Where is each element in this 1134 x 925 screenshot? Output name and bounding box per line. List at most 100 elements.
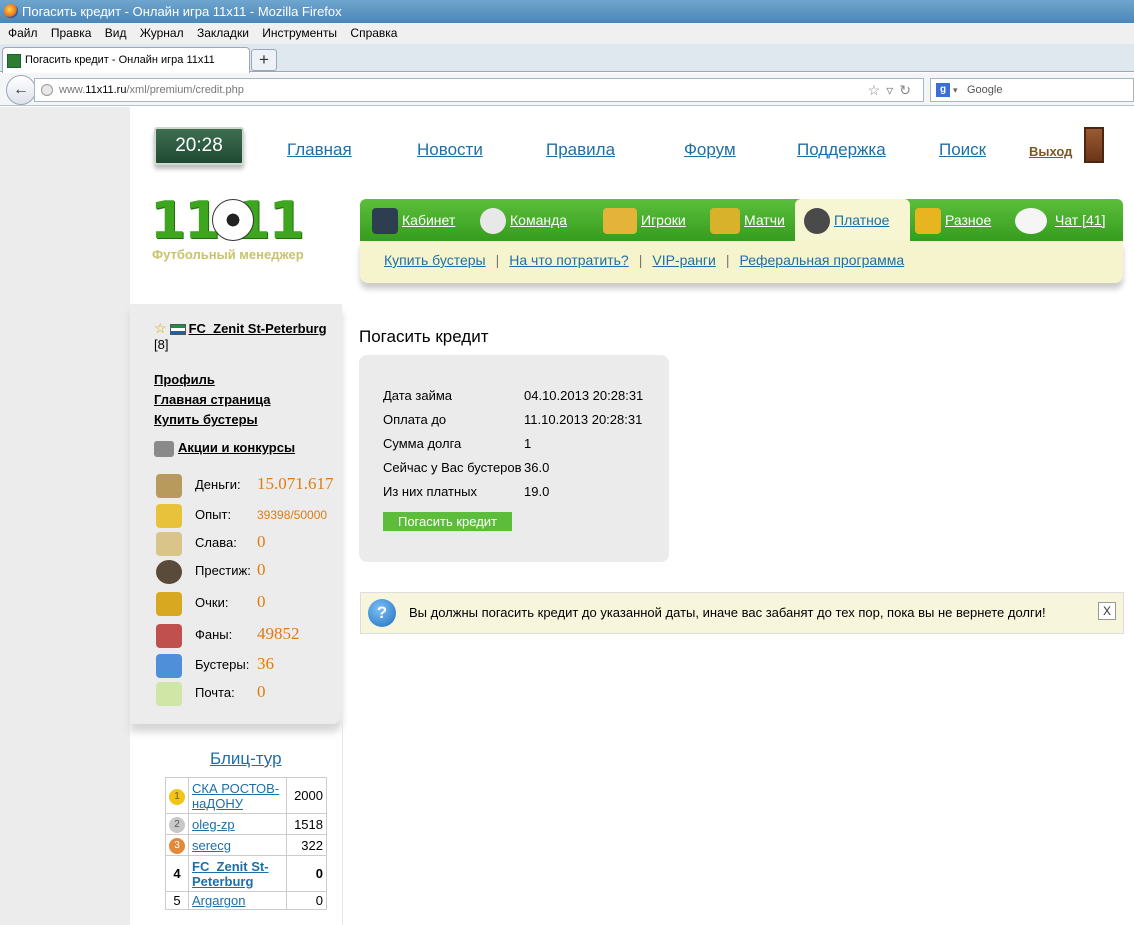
menu-item-chat[interactable]: Чат [41] xyxy=(1015,199,1105,241)
credit-row: Сумма долга 1 xyxy=(383,436,531,451)
search-engine-dropdown-icon[interactable]: ▾ xyxy=(953,79,958,101)
nav-forum[interactable]: Форум xyxy=(684,140,736,160)
back-button[interactable]: ← xyxy=(6,75,36,105)
close-icon[interactable]: X xyxy=(1098,602,1116,620)
menu-label[interactable]: Кабинет xyxy=(402,212,455,228)
credit-label: Оплата до xyxy=(383,412,447,427)
stat-value: 0 xyxy=(257,592,266,611)
gift-box-icon xyxy=(156,654,182,678)
search-box[interactable]: g ▾ Google xyxy=(930,78,1134,102)
menu-label[interactable]: Платное xyxy=(834,212,889,228)
logout-link[interactable]: Выход xyxy=(1029,144,1072,159)
stat-label: Фаны: xyxy=(195,627,233,642)
rank-cell: 1 xyxy=(165,777,189,814)
gentleman-icon xyxy=(156,560,182,584)
credit-label: Из них платных xyxy=(383,484,478,499)
menu-history[interactable]: Журнал xyxy=(140,23,184,44)
score-cell: 0 xyxy=(286,855,327,892)
google-icon: g xyxy=(936,83,950,97)
browser-tab[interactable]: Погасить кредит - Онлайн игра 11х11 xyxy=(2,47,250,73)
score-cell: 2000 xyxy=(286,777,327,814)
promo-link[interactable]: Акции и конкурсы xyxy=(178,440,295,455)
menu-bookmarks[interactable]: Закладки xyxy=(197,23,249,44)
stat-points: Очки: 0 xyxy=(156,590,346,618)
team-link[interactable]: oleg-zp xyxy=(192,817,235,832)
profile-link[interactable]: Профиль xyxy=(154,372,215,387)
reload-icon[interactable]: ↻ xyxy=(899,82,917,98)
menu-label[interactable]: Игроки xyxy=(641,212,686,228)
nav-rules[interactable]: Правила xyxy=(546,140,615,160)
credit-row: Из них платных 19.0 xyxy=(383,484,549,499)
star-icon: ☆ xyxy=(154,320,167,336)
table-row: 2 oleg-zp 1518 xyxy=(165,813,327,835)
blitz-table: 1 СКА РОСТОВ-наДОНУ 2000 2 oleg-zp 1518 … xyxy=(165,777,327,910)
table-row: 5 Argargon 0 xyxy=(165,891,327,910)
name-cell: СКА РОСТОВ-наДОНУ xyxy=(188,777,287,814)
credit-label: Дата займа xyxy=(383,388,453,403)
submenu-buy-boosters[interactable]: Купить бустеры xyxy=(384,252,486,268)
menu-edit[interactable]: Правка xyxy=(51,23,92,44)
team-link[interactable]: СКА РОСТОВ-наДОНУ xyxy=(192,781,279,811)
back-arrow-icon: ← xyxy=(13,81,29,98)
blitz-title-link[interactable]: Блиц-тур xyxy=(210,749,282,769)
menu-item-players[interactable]: Игроки xyxy=(603,199,686,241)
credit-value: 04.10.2013 20:28:31 xyxy=(524,388,644,403)
menu-label[interactable]: Разное xyxy=(945,212,991,228)
menu-file[interactable]: Файл xyxy=(8,23,38,44)
credit-row: Дата займа 04.10.2013 20:28:31 xyxy=(383,388,643,403)
door-icon[interactable] xyxy=(1084,127,1104,163)
bookmark-star-icon[interactable]: ☆ xyxy=(868,82,887,98)
team-link[interactable]: serecg xyxy=(192,838,231,853)
beer-mug-icon xyxy=(915,208,941,235)
gold-medal-icon: 1 xyxy=(169,788,185,805)
menu-item-team[interactable]: Команда xyxy=(480,199,567,241)
team-link[interactable]: Argargon xyxy=(192,893,245,908)
name-cell: FC_Zenit St-Peterburg xyxy=(188,855,287,892)
cheese-icon xyxy=(156,504,182,528)
home-page-link[interactable]: Главная страница xyxy=(154,392,270,407)
site-logo[interactable]: 11 11 Футбольный менеджер xyxy=(150,195,325,265)
dropdown-icon[interactable]: ▿ xyxy=(886,82,899,98)
nav-support[interactable]: Поддержка xyxy=(797,140,886,160)
nav-search[interactable]: Поиск xyxy=(939,140,986,160)
stat-value: 0 xyxy=(257,560,266,579)
side-panel: ☆ FC_Zenit St-Peterburg [8] Профиль Главн… xyxy=(130,304,342,724)
soccer-ball-icon xyxy=(212,199,254,241)
submenu-referral[interactable]: Реферальная программа xyxy=(739,252,904,268)
buy-boosters-link[interactable]: Купить бустеры xyxy=(154,412,258,427)
table-row: 1 СКА РОСТОВ-наДОНУ 2000 xyxy=(165,777,327,814)
menu-tools[interactable]: Инструменты xyxy=(262,23,337,44)
new-tab-button[interactable]: + xyxy=(251,49,277,71)
address-bar[interactable]: www.11x11.ru/xml/premium/credit.php ☆▿↻ xyxy=(34,78,924,102)
menu-item-cabinet[interactable]: Кабинет xyxy=(372,199,455,241)
tab-title: Погасить кредит - Онлайн игра 11х11 xyxy=(25,54,215,66)
submenu-what-to-spend[interactable]: На что потратить? xyxy=(509,252,628,268)
window-title: Погасить кредит - Онлайн игра 11х11 - Mo… xyxy=(22,4,342,19)
name-cell: serecg xyxy=(188,834,287,856)
menu-label[interactable]: Матчи xyxy=(744,212,785,228)
stat-experience: Опыт: 39398/50000 xyxy=(156,502,346,530)
menu-item-misc[interactable]: Разное xyxy=(915,199,991,241)
stat-value: 39398/50000 xyxy=(257,508,328,522)
stat-boosters: Бустеры: 36 xyxy=(156,652,346,680)
stat-label: Опыт: xyxy=(195,507,232,522)
submenu-vip-ranks[interactable]: VIP-ранги xyxy=(652,252,715,268)
menu-view[interactable]: Вид xyxy=(105,23,127,44)
menu-item-matches[interactable]: Матчи xyxy=(710,199,785,241)
menu-label[interactable]: Чат [41] xyxy=(1055,212,1105,228)
team-header: ☆ FC_Zenit St-Peterburg [8] xyxy=(154,320,334,352)
nav-news[interactable]: Новости xyxy=(417,140,483,160)
repay-credit-button[interactable]: Погасить кредит xyxy=(383,512,512,531)
notice-banner: ? Вы должны погасить кредит до указанной… xyxy=(360,592,1124,634)
firefox-icon xyxy=(4,4,18,18)
menu-label[interactable]: Команда xyxy=(510,212,567,228)
question-icon: ? xyxy=(368,599,396,627)
menu-item-paid[interactable]: Платное xyxy=(804,199,889,241)
team-link[interactable]: FC_Zenit St-Peterburg xyxy=(192,859,269,889)
stat-value: 49852 xyxy=(257,624,300,643)
menu-help[interactable]: Справка xyxy=(350,23,397,44)
money-bag-icon xyxy=(804,208,830,235)
team-name-link[interactable]: FC_Zenit St-Peterburg xyxy=(189,321,327,336)
score-cell: 322 xyxy=(286,834,327,856)
nav-main[interactable]: Главная xyxy=(287,140,352,160)
